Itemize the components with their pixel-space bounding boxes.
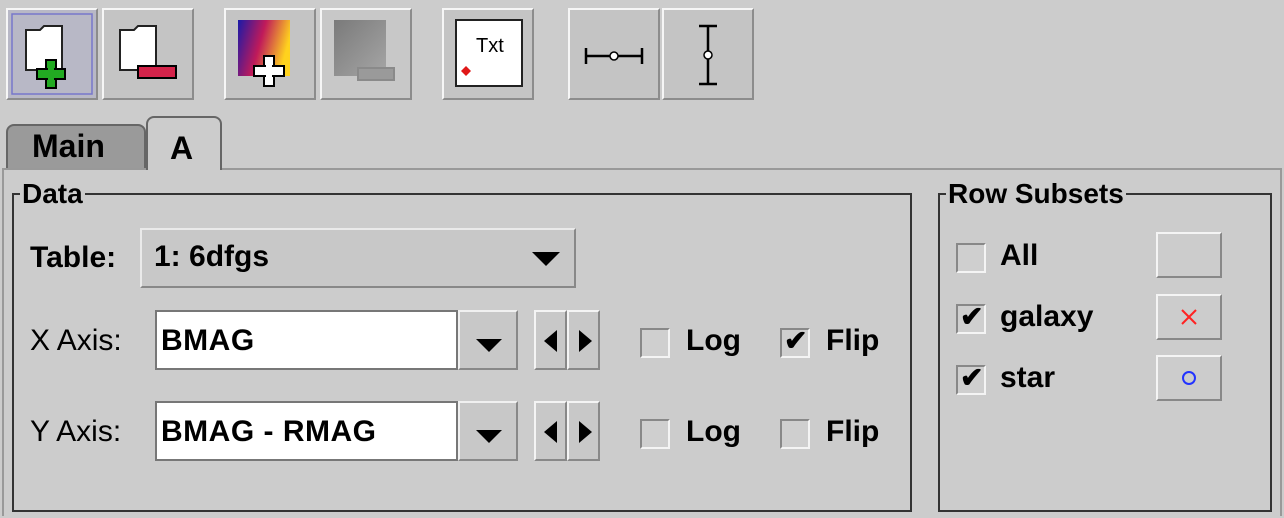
subset-all-checkbox[interactable] (956, 243, 986, 273)
subset-galaxy-checkbox[interactable]: ✔ (956, 301, 986, 334)
x-log-label: Log (686, 324, 741, 357)
add-table-layer-button[interactable] (6, 8, 98, 100)
text-label-icon: Txt (455, 19, 523, 87)
table-label: Table: (30, 241, 117, 274)
remove-colormap-button[interactable] (320, 8, 412, 100)
y-log-checkbox[interactable] (640, 419, 670, 449)
y-axis-prev-button[interactable] (534, 401, 567, 461)
arrow-left-icon (544, 330, 557, 352)
colormap-remove-icon (334, 20, 395, 81)
remove-table-layer-button[interactable] (102, 8, 194, 100)
tab-a[interactable]: A (146, 116, 222, 170)
vertical-error-bars-button[interactable] (662, 8, 754, 100)
arrow-left-icon (544, 421, 557, 443)
arrow-right-icon (579, 421, 592, 443)
x-axis-label: X Axis: (30, 324, 122, 357)
chevron-down-icon (532, 252, 560, 266)
y-axis-dropdown-button[interactable] (458, 401, 518, 461)
y-log-label: Log (686, 415, 741, 448)
x-flip-label: Flip (826, 324, 880, 357)
subset-star-checkbox[interactable]: ✔ (956, 362, 986, 395)
subset-all-style-button[interactable] (1156, 232, 1222, 278)
table-selector[interactable]: 1: 6dfgs (140, 228, 576, 288)
tab-a-label: A (170, 130, 194, 166)
x-axis-next-button[interactable] (567, 310, 600, 370)
x-axis-field[interactable]: BMAG (155, 310, 458, 370)
horizontal-error-bars-button[interactable] (568, 8, 660, 100)
y-flip-label: Flip (826, 415, 880, 448)
folder-add-icon (11, 13, 93, 95)
tab-main-label: Main (32, 128, 105, 164)
y-flip-checkbox[interactable] (780, 419, 810, 449)
table-selector-value: 1: 6dfgs (154, 240, 270, 273)
x-log-checkbox[interactable] (640, 328, 670, 358)
colormap-add-icon (238, 20, 290, 87)
subset-star-style-button[interactable] (1156, 355, 1222, 401)
arrow-right-icon (579, 330, 592, 352)
add-text-label-button[interactable]: Txt (442, 8, 534, 100)
tab-main[interactable]: Main (6, 124, 146, 168)
x-axis-dropdown-button[interactable] (458, 310, 518, 370)
check-mark-icon: ✔ (784, 325, 808, 356)
x-axis-value: BMAG (161, 324, 255, 357)
chevron-down-icon (476, 430, 502, 443)
subset-galaxy-label: galaxy (1000, 300, 1094, 333)
subset-all-label: All (1000, 239, 1039, 272)
y-axis-label: Y Axis: (30, 415, 122, 448)
check-mark-icon: ✔ (960, 301, 984, 332)
subset-star-label: star (1000, 361, 1056, 394)
circle-marker-icon (1182, 371, 1196, 385)
x-flip-checkbox[interactable]: ✔ (780, 325, 810, 358)
subset-galaxy-style-button[interactable] (1156, 294, 1222, 340)
y-axis-value: BMAG - RMAG (161, 415, 377, 448)
y-axis-field[interactable]: BMAG - RMAG (155, 401, 458, 461)
add-colormap-button[interactable] (224, 8, 316, 100)
folder-remove-icon (119, 25, 177, 79)
y-axis-next-button[interactable] (567, 401, 600, 461)
check-mark-icon: ✔ (960, 362, 984, 393)
h-errorbar-icon (584, 48, 644, 64)
text-label-icon-text: Txt (476, 35, 504, 57)
chevron-down-icon (476, 339, 502, 352)
data-group-title: Data (22, 178, 83, 209)
v-errorbar-icon (699, 24, 717, 86)
row-subsets-title: Row Subsets (948, 178, 1124, 209)
cross-marker-icon (1181, 309, 1197, 325)
x-axis-prev-button[interactable] (534, 310, 567, 370)
